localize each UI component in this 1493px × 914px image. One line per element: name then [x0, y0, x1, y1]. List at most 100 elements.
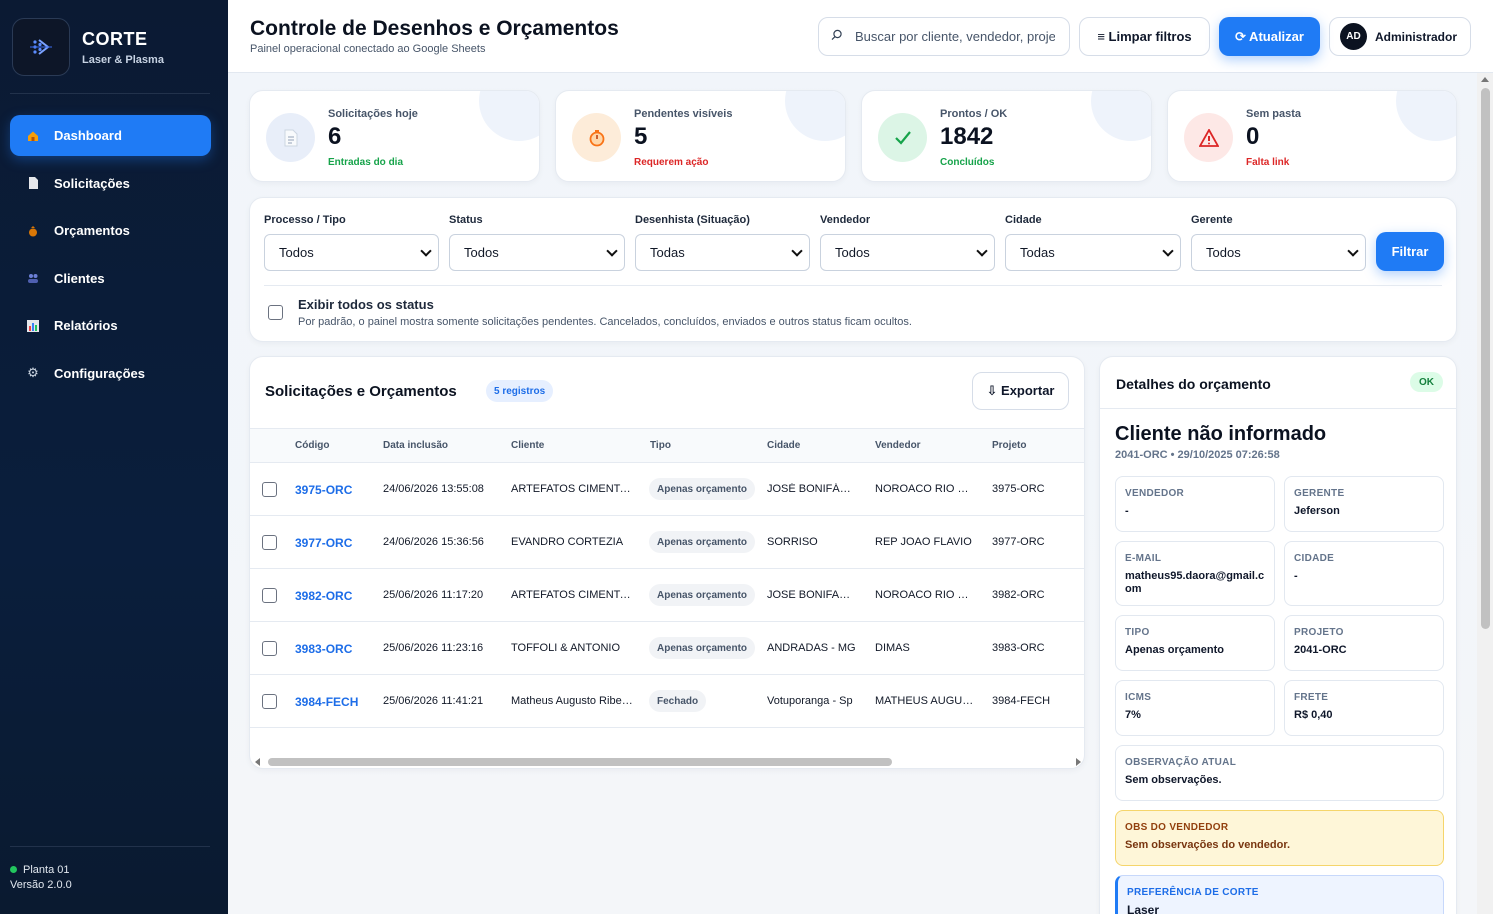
avatar: AD	[1340, 23, 1367, 50]
detail-key: ICMS	[1125, 692, 1152, 703]
row-city: ANDRADAS - MG	[767, 642, 856, 654]
stat-label: Prontos / OK	[940, 108, 1008, 120]
select-status[interactable]: Todos	[449, 234, 625, 271]
row-checkbox[interactable]	[262, 482, 277, 497]
column-header[interactable]: Código	[295, 440, 329, 451]
row-seller: REP JOAO FLAVIO	[875, 536, 972, 548]
row-checkbox[interactable]	[262, 641, 277, 656]
search-box[interactable]	[818, 17, 1070, 56]
user-menu[interactable]: AD Administrador	[1329, 17, 1471, 56]
show-all-checkbox[interactable]	[268, 305, 283, 320]
column-header[interactable]: Tipo	[650, 440, 671, 451]
detail-key: PREFERÊNCIA DE CORTE	[1127, 887, 1259, 898]
table-row[interactable]: 3983-ORC 25/06/2026 11:23:16 TOFFOLI & A…	[250, 622, 1084, 675]
scrollbar-thumb[interactable]	[1481, 88, 1490, 629]
select-gerente[interactable]: Todos	[1191, 234, 1366, 271]
sidebar-item-relatorios[interactable]: Relatórios	[10, 305, 211, 346]
stat-sub: Falta link	[1246, 157, 1290, 168]
stat-value: 1842	[940, 123, 994, 150]
vertical-scrollbar[interactable]	[1477, 73, 1493, 914]
detail-cidade: CIDADE -	[1284, 541, 1444, 606]
row-code-link[interactable]: 3984-FECH	[295, 695, 358, 709]
table-row[interactable]: 3984-FECH 25/06/2026 11:41:21 Matheus Au…	[250, 675, 1084, 728]
row-seller: MATHEUS AUGUSTO	[875, 695, 975, 707]
money-bag-icon	[26, 224, 40, 238]
detail-value: R$ 0,40	[1294, 709, 1333, 721]
row-checkbox[interactable]	[262, 694, 277, 709]
row-project: 3984-FECH	[992, 695, 1051, 707]
column-header[interactable]: Cliente	[511, 440, 544, 451]
select-desenhista[interactable]: Todas	[635, 234, 810, 271]
refresh-button[interactable]: ⟳ Atualizar	[1219, 17, 1320, 56]
detail-obs-vendedor: OBS DO VENDEDOR Sem observações do vende…	[1115, 810, 1444, 866]
sidebar-item-dashboard[interactable]: Dashboard	[10, 115, 211, 156]
horizontal-scrollbar[interactable]	[250, 754, 1084, 768]
stat-label: Sem pasta	[1246, 108, 1302, 120]
gear-icon: ⚙	[27, 365, 39, 380]
sidebar-item-configuracoes[interactable]: ⚙ Configurações	[10, 353, 211, 394]
home-icon	[26, 129, 40, 143]
row-checkbox[interactable]	[262, 535, 277, 550]
table-row[interactable]: 3977-ORC 24/06/2026 15:36:56 EVANDRO COR…	[250, 516, 1084, 569]
table-row[interactable]: 3975-ORC 24/06/2026 13:55:08 ARTEFATOS C…	[250, 463, 1084, 516]
filters-panel: Processo / Tipo Todos Status Todos Desen…	[249, 197, 1457, 342]
export-button[interactable]: ⇩ Exportar	[972, 372, 1069, 410]
detail-value: -	[1125, 505, 1129, 517]
laser-logo-icon	[30, 39, 52, 55]
records-count-badge: 5 registros	[486, 380, 554, 402]
sidebar-item-orcamentos[interactable]: Orçamentos	[10, 210, 211, 251]
row-city: JOSÉ BONIFÁCIO	[767, 483, 857, 495]
main-content: Solicitações hoje 6 Entradas do dia Pend…	[228, 73, 1477, 914]
brand-name: CORTE	[82, 28, 148, 49]
detail-value: -	[1294, 570, 1298, 582]
user-name: Administrador	[1375, 29, 1458, 44]
select-cidade[interactable]: Todas	[1005, 234, 1181, 271]
stat-value: 0	[1246, 123, 1260, 150]
column-header[interactable]: Data inclusão	[383, 440, 448, 451]
show-all-help: Por padrão, o painel mostra somente soli…	[298, 316, 912, 328]
row-code-link[interactable]: 3983-ORC	[295, 642, 352, 656]
filter-button[interactable]: Filtrar	[1376, 232, 1444, 271]
detail-observacao: OBSERVAÇÃO ATUAL Sem observações.	[1115, 745, 1444, 801]
detail-value: Sem observações do vendedor.	[1125, 839, 1291, 851]
sidebar-item-clientes[interactable]: Clientes	[10, 258, 211, 299]
row-code-link[interactable]: 3982-ORC	[295, 589, 352, 603]
table-row[interactable]: 3982-ORC 25/06/2026 11:17:20 ARTEFATOS C…	[250, 569, 1084, 622]
row-city: JOSE BONIFACIO	[767, 589, 857, 601]
row-seller: NOROACO RIO PRETO	[875, 483, 971, 495]
select-value: Todos	[279, 245, 314, 260]
detail-icms: ICMS 7%	[1115, 680, 1275, 736]
column-header[interactable]: Projeto	[992, 440, 1026, 451]
row-code-link[interactable]: 3977-ORC	[295, 536, 352, 550]
select-vendedor[interactable]: Todos	[820, 234, 995, 271]
row-seller: DIMAS	[875, 642, 910, 654]
scrollbar-thumb[interactable]	[268, 758, 892, 766]
chevron-down-icon	[1162, 245, 1174, 257]
stat-sub: Requerem ação	[634, 157, 709, 168]
search-input[interactable]	[855, 29, 1055, 44]
chevron-down-icon	[791, 245, 803, 257]
table-header: Código Data inclusão Cliente Tipo Cidade…	[250, 428, 1084, 463]
scroll-right-arrow-icon[interactable]	[1076, 758, 1081, 766]
row-checkbox[interactable]	[262, 588, 277, 603]
detail-value: 2041-ORC	[1294, 644, 1347, 656]
sidebar-item-solicitacoes[interactable]: Solicitações	[10, 163, 211, 204]
detail-key: E-MAIL	[1125, 553, 1162, 564]
select-processo[interactable]: Todos	[264, 234, 439, 271]
clear-filters-button[interactable]: ≡ Limpar filtros	[1079, 17, 1210, 56]
scroll-left-arrow-icon[interactable]	[255, 758, 260, 766]
row-code-link[interactable]: 3975-ORC	[295, 483, 352, 497]
check-icon	[878, 113, 927, 162]
page-title: Controle de Desenhos e Orçamentos	[250, 17, 619, 40]
scroll-up-arrow-icon[interactable]	[1481, 77, 1489, 82]
column-header[interactable]: Cidade	[767, 440, 800, 451]
version-label: Versão 2.0.0	[10, 879, 72, 891]
chevron-down-icon	[606, 245, 618, 257]
warning-icon	[1184, 113, 1233, 162]
row-client: EVANDRO CORTEZIA	[511, 536, 624, 548]
row-type-badge: Apenas orçamento	[649, 584, 756, 606]
sidebar-item-label: Clientes	[54, 270, 105, 286]
column-header[interactable]: Vendedor	[875, 440, 921, 451]
detail-key: CIDADE	[1294, 553, 1335, 564]
brand[interactable]: CORTE Laser & Plasma	[12, 18, 164, 76]
